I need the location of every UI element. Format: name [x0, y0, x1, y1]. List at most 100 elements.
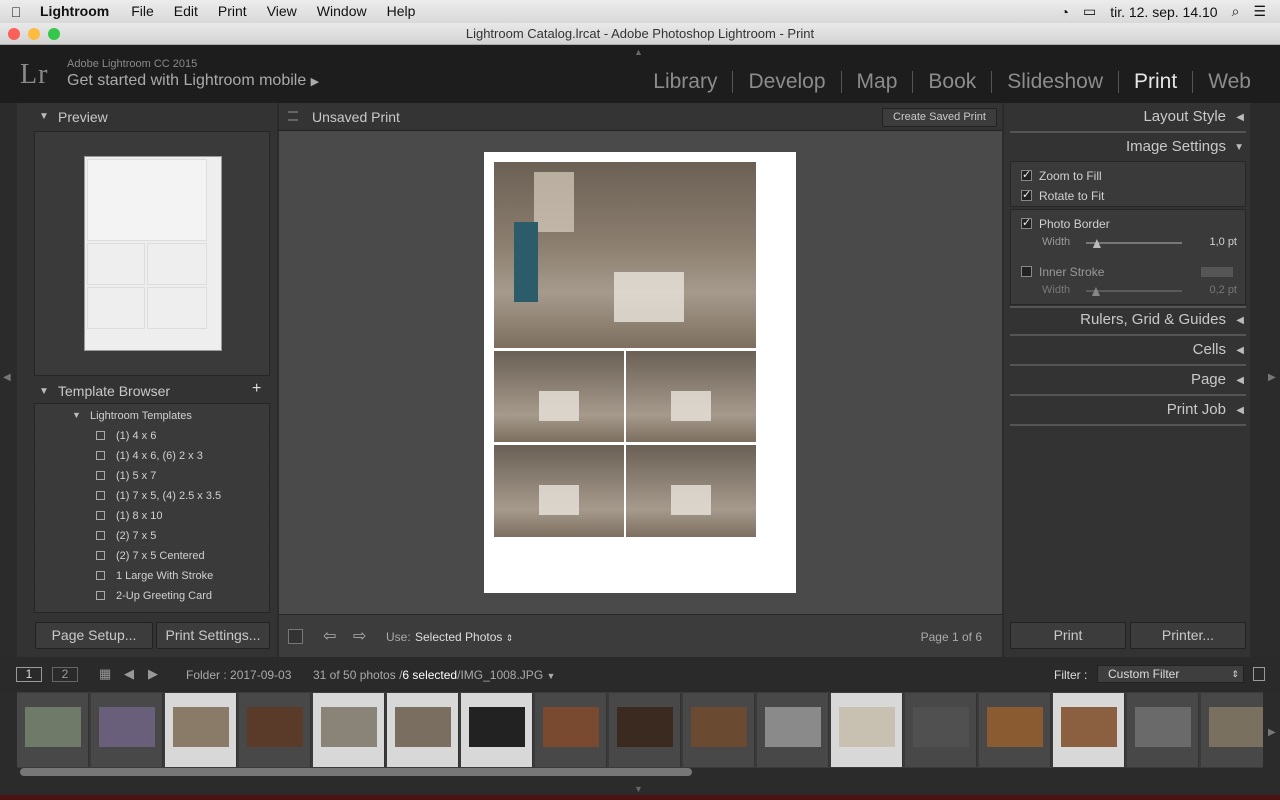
collapse-preview-icon[interactable]: ▼ [39, 111, 49, 122]
menu-edit[interactable]: Edit [164, 0, 208, 23]
preview-title[interactable]: Preview [58, 109, 108, 125]
template-item[interactable]: (1) 4 x 6 [35, 426, 269, 446]
template-item[interactable]: (1) 7 x 5, (4) 2.5 x 3.5 [35, 486, 269, 506]
apple-icon[interactable]:  [0, 4, 32, 20]
stroke-width-value[interactable]: 0,2 pt [1209, 284, 1237, 296]
folder-expand-icon[interactable]: ▼ [72, 410, 81, 420]
right-panel-toggle-icon[interactable]: ▶ [1268, 372, 1276, 383]
template-item[interactable]: 1 Large With Stroke [35, 566, 269, 586]
wifi-icon[interactable]: ◔ [1060, 4, 1068, 20]
filmstrip-thumbnail[interactable] [1053, 693, 1125, 767]
collapse-template-browser-icon[interactable]: ▼ [39, 386, 49, 397]
next-page-icon[interactable]: ⇨ [353, 626, 366, 646]
filmstrip-thumbnail[interactable] [535, 693, 607, 767]
menu-file[interactable]: File [121, 0, 164, 23]
filmstrip-thumbnail[interactable] [313, 693, 385, 767]
template-item[interactable]: (2) 7 x 5 Centered [35, 546, 269, 566]
printer-button[interactable]: Printer... [1130, 622, 1246, 649]
module-develop[interactable]: Develop [732, 71, 840, 93]
mobile-promo-link[interactable]: Get started with Lightroom mobile ▶ [67, 72, 319, 90]
filmstrip-thumbnail[interactable] [165, 693, 237, 767]
photo-cell[interactable] [494, 445, 624, 537]
module-web[interactable]: Web [1192, 71, 1266, 93]
folder-source[interactable]: Folder : 2017-09-03 [186, 668, 291, 682]
filmstrip-thumbnail[interactable] [91, 693, 163, 767]
filmstrip-thumbnail[interactable] [17, 693, 89, 767]
clock[interactable]: tir. 12. sep. 14.10 [1110, 4, 1217, 20]
template-item[interactable]: (1) 4 x 6, (6) 2 x 3 [35, 446, 269, 466]
print-job-header[interactable]: Print Job ◀ [1014, 401, 1250, 418]
minimize-window-button[interactable] [28, 28, 40, 40]
zoom-to-fill-checkbox[interactable]: ✓ [1021, 170, 1032, 181]
screen-2-button[interactable]: 2 [52, 667, 78, 682]
filmstrip-thumbnail[interactable] [683, 693, 755, 767]
module-library[interactable]: Library [638, 71, 732, 93]
zoom-window-button[interactable] [48, 28, 60, 40]
menu-view[interactable]: View [257, 0, 307, 23]
module-map[interactable]: Map [840, 71, 913, 93]
page-setup-button[interactable]: Page Setup... [35, 622, 153, 649]
filter-dropdown[interactable]: Custom Filter ⇕ [1097, 665, 1244, 683]
filter-lock-icon[interactable] [1253, 667, 1265, 681]
photo-border-checkbox[interactable]: ✓ [1021, 218, 1032, 229]
create-saved-print-button[interactable]: Create Saved Print [882, 108, 997, 127]
module-slideshow[interactable]: Slideshow [991, 71, 1118, 93]
stroke-width-slider[interactable] [1086, 290, 1182, 292]
left-panel-toggle-icon[interactable]: ◀ [3, 372, 11, 383]
template-item[interactable]: (1) 5 x 7 [35, 466, 269, 486]
template-item[interactable]: (2) 7 x 5 [35, 526, 269, 546]
menu-list-icon[interactable]: ☰ [1253, 3, 1266, 20]
filmstrip-thumbnail[interactable] [757, 693, 829, 767]
use-dropdown[interactable]: Selected Photos ⇕ [415, 630, 513, 644]
forward-arrow-icon[interactable]: ▶ [148, 666, 158, 682]
menu-window[interactable]: Window [307, 0, 377, 23]
battery-icon[interactable]: ▭ [1083, 3, 1096, 20]
back-arrow-icon[interactable]: ◀ [124, 666, 134, 682]
template-item[interactable]: (1) 8 x 10 [35, 506, 269, 526]
filmstrip-thumbnail[interactable] [239, 693, 311, 767]
layout-style-header[interactable]: Layout Style ◀ [1014, 108, 1250, 125]
close-window-button[interactable] [8, 28, 20, 40]
template-browser-title[interactable]: Template Browser [58, 383, 170, 399]
photo-count[interactable]: 31 of 50 photos /6 selected/IMG_1008.JPG… [313, 668, 555, 682]
photo-cell[interactable] [626, 351, 756, 442]
previous-page-icon[interactable]: ⇦ [323, 626, 336, 646]
template-item[interactable]: 2-Up Greeting Card [35, 586, 269, 606]
stroke-color-swatch[interactable] [1201, 267, 1233, 277]
show-page-toggle[interactable] [288, 629, 303, 644]
filmstrip-thumbnail[interactable] [979, 693, 1051, 767]
add-template-button[interactable]: + [252, 380, 261, 398]
image-settings-header[interactable]: Image Settings ▼ [1014, 138, 1250, 155]
photo-cell-large[interactable] [494, 162, 756, 348]
menu-app-name[interactable]: Lightroom [32, 0, 121, 23]
template-folder[interactable]: ▼ Lightroom Templates [35, 406, 269, 426]
menu-print[interactable]: Print [208, 0, 257, 23]
photo-cell[interactable] [626, 445, 756, 537]
search-icon[interactable]: ⌕ [1232, 3, 1240, 20]
filmstrip-thumbnail[interactable] [831, 693, 903, 767]
inner-stroke-checkbox[interactable] [1021, 266, 1032, 277]
filmstrip-thumbnail[interactable] [905, 693, 977, 767]
filmstrip-thumbnail[interactable] [387, 693, 459, 767]
filmstrip-thumbnail[interactable] [1127, 693, 1199, 767]
border-width-value[interactable]: 1,0 pt [1209, 236, 1237, 248]
module-book[interactable]: Book [912, 71, 991, 93]
collapse-bottom-icon[interactable]: ▼ [634, 784, 643, 794]
filmstrip-thumbnail[interactable] [1201, 693, 1263, 767]
collapse-top-icon[interactable]: ▲ [634, 47, 643, 57]
print-button[interactable]: Print [1010, 622, 1126, 649]
menu-help[interactable]: Help [377, 0, 426, 23]
page-header[interactable]: Page ◀ [1014, 371, 1250, 388]
screen-1-button[interactable]: 1 [16, 667, 42, 682]
filmstrip-thumbnail[interactable] [461, 693, 533, 767]
module-print[interactable]: Print [1118, 71, 1192, 93]
filmstrip-scrollbar[interactable] [20, 768, 692, 776]
filmstrip-thumbnail[interactable] [609, 693, 681, 767]
photo-cell[interactable] [494, 351, 624, 442]
filmstrip-scroll-right-icon[interactable]: ▶ [1268, 727, 1276, 738]
print-settings-button[interactable]: Print Settings... [156, 622, 270, 649]
grid-view-icon[interactable]: ▦ [99, 666, 111, 682]
rotate-to-fit-checkbox[interactable]: ✓ [1021, 190, 1032, 201]
cells-header[interactable]: Cells ◀ [1014, 341, 1250, 358]
border-width-slider[interactable] [1086, 242, 1182, 244]
